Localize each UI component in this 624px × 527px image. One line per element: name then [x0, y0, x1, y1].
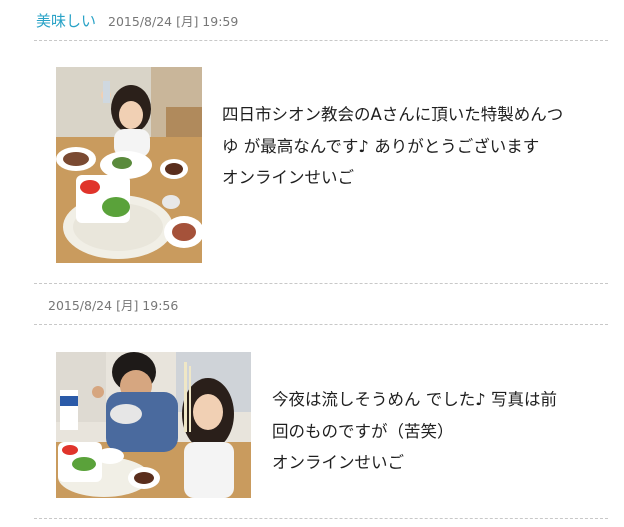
post-text-line: 今夜は流しそうめん でした♪ 写真は前 — [272, 390, 558, 409]
post-body: 今夜は流しそうめん でした♪ 写真は前 回のものですが（苦笑） オンラインせいご — [272, 384, 602, 479]
post-text-line: 回のものですが（苦笑） — [272, 421, 454, 441]
post-text-line: オンラインせいご — [222, 168, 354, 187]
post-text-line: ゆ が最高なんです♪ ありがとうございます — [222, 136, 540, 156]
post-body: 四日市シオン教会のAさんに頂いた特製めんつ ゆ が最高なんです♪ ありがとうござ… — [222, 99, 602, 194]
post-header: 美味しい 2015/8/24 [月] 19:59 — [36, 8, 606, 32]
post-date: 2015/8/24 [月] 19:59 — [108, 13, 239, 29]
post-text-line: 四日市シオン教会のAさんに頂いた特製めんつ — [222, 105, 564, 124]
post-photo[interactable] — [56, 352, 251, 498]
photo-man-girl-somen — [56, 352, 251, 498]
post-divider — [34, 518, 608, 519]
header-divider — [34, 40, 608, 41]
post-divider — [34, 283, 608, 284]
post-date: 2015/8/24 [月] 19:56 — [48, 298, 179, 313]
post-text-line: オンラインせいご — [272, 453, 404, 472]
post-photo[interactable] — [56, 67, 202, 263]
photo-girl-somen-machine — [56, 67, 202, 263]
header-divider — [34, 324, 608, 325]
post-title-link[interactable]: 美味しい — [36, 10, 96, 31]
